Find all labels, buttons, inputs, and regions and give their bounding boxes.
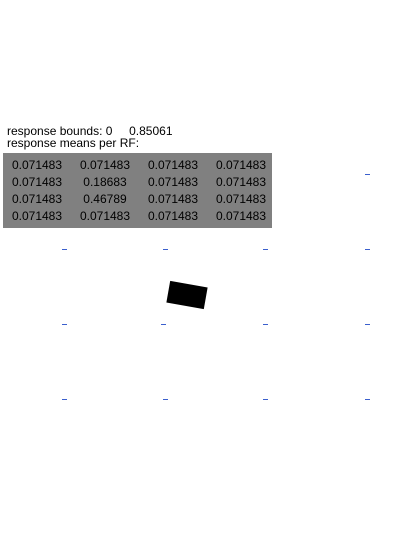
response-means-label: response means per RF: [7, 136, 140, 150]
rf-marker-icon [163, 399, 168, 400]
rf-mean-cell: 0.071483 [11, 175, 63, 189]
rf-marker-icon [263, 249, 268, 250]
rf-mean-cell: 0.071483 [215, 209, 267, 223]
response-means-grid: 0.071483 0.071483 0.071483 0.071483 0.071483… [3, 153, 272, 228]
rf-mean-cell: 0.071483 [79, 158, 131, 172]
rf-marker-icon [263, 324, 268, 325]
rf-mean-cell: 0.071483 [215, 192, 267, 206]
rf-mean-cell: 0.071483 [11, 158, 63, 172]
rf-mean-cell: 0.46789 [83, 192, 127, 206]
rf-mean-cell: 0.071483 [79, 209, 131, 223]
rf-mean-cell: 0.071483 [147, 175, 199, 189]
rf-mean-cell: 0.071483 [147, 192, 199, 206]
rf-mean-cell: 0.071483 [147, 209, 199, 223]
rf-marker-icon [365, 174, 370, 175]
rf-marker-icon [62, 399, 67, 400]
rf-display: response bounds: 0 0.85061 response mean… [0, 0, 420, 560]
rf-marker-icon [163, 249, 168, 250]
rf-marker-icon [365, 324, 370, 325]
stimulus-patch [166, 280, 208, 310]
rf-marker-icon [62, 249, 67, 250]
rf-mean-cell: 0.071483 [215, 175, 267, 189]
rf-mean-cell: 0.071483 [147, 158, 199, 172]
rf-marker-icon [365, 249, 370, 250]
rf-mean-cell: 0.071483 [11, 209, 63, 223]
rf-marker-icon [365, 399, 370, 400]
rf-marker-icon [161, 324, 166, 325]
rf-mean-cell: 0.071483 [11, 192, 63, 206]
rf-marker-icon [62, 324, 67, 325]
rf-marker-icon [263, 399, 268, 400]
rf-mean-cell: 0.071483 [215, 158, 267, 172]
rf-mean-cell: 0.18683 [83, 175, 127, 189]
